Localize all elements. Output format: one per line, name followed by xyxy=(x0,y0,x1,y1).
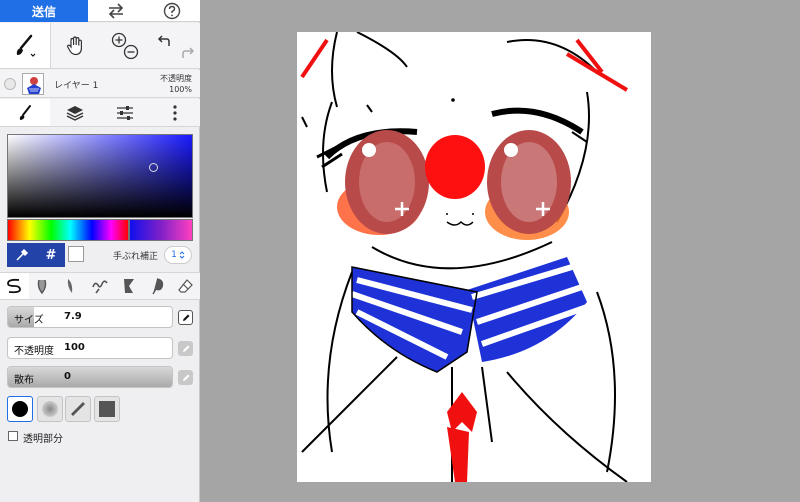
current-color-swatch[interactable] xyxy=(68,246,84,262)
more-vertical-icon xyxy=(173,104,177,121)
feather-brush-icon xyxy=(68,279,73,293)
color-tools-row: # 手ぶれ補正 1 xyxy=(0,243,200,269)
opacity-slider[interactable]: 不透明度 100 xyxy=(7,337,173,359)
blur-brush-icon xyxy=(92,280,108,294)
layers-icon xyxy=(66,105,84,121)
tab-more[interactable] xyxy=(150,99,200,126)
scatter-edit-button[interactable] xyxy=(178,370,193,385)
help-icon xyxy=(163,2,181,19)
brush-type-eraser[interactable] xyxy=(171,273,200,299)
color-strip[interactable] xyxy=(129,219,193,241)
undo-redo-button[interactable] xyxy=(150,23,200,68)
layer-name: レイヤー 1 xyxy=(54,81,99,91)
transparent-label: 透明部分 xyxy=(23,434,63,445)
opacity-edit-button[interactable] xyxy=(178,341,193,356)
size-slider[interactable]: サイズ 7.9 xyxy=(7,306,173,328)
send-button[interactable]: 送信 xyxy=(0,0,88,22)
brush-icon xyxy=(19,104,31,120)
brush-type-airbrush[interactable] xyxy=(57,273,86,299)
scatter-slider[interactable]: 散布 0 xyxy=(7,366,173,388)
redo-icon[interactable] xyxy=(180,45,196,61)
hand-tool-button[interactable] xyxy=(51,23,101,68)
pen-stroke-icon xyxy=(7,278,22,294)
undo-icon[interactable] xyxy=(156,33,172,49)
layer-opacity-value: 100% xyxy=(169,85,192,94)
tab-adjustments[interactable] xyxy=(100,99,150,126)
pencil-icon xyxy=(182,345,189,352)
canvas-stage[interactable] xyxy=(201,0,800,502)
shape-round-hard[interactable] xyxy=(7,396,33,422)
stepper-arrows-icon xyxy=(179,251,185,259)
smudge-brush-icon xyxy=(123,279,134,293)
soft-round-icon xyxy=(42,401,58,417)
zoom-icon xyxy=(112,32,139,59)
brush-type-row xyxy=(0,272,200,300)
saturation-value-picker[interactable] xyxy=(7,134,193,218)
brush-type-watercolor[interactable] xyxy=(143,273,172,299)
tool-row xyxy=(0,23,200,69)
panel-tabs xyxy=(0,99,200,127)
color-cursor[interactable] xyxy=(149,163,158,172)
scatter-label: 散布 xyxy=(14,375,34,386)
opacity-slider-label: 不透明度 xyxy=(14,346,54,357)
swap-arrows-icon xyxy=(108,2,124,19)
layer-thumbnail xyxy=(22,73,44,95)
tab-layers[interactable] xyxy=(50,99,100,126)
top-bar: 送信 xyxy=(0,0,200,22)
watercolor-brush-icon xyxy=(152,278,164,295)
hue-slider[interactable] xyxy=(7,219,129,241)
opacity-slider-value: 100 xyxy=(64,342,85,353)
size-label: サイズ xyxy=(14,315,44,326)
eraser-icon xyxy=(177,279,193,293)
brush-type-blur[interactable] xyxy=(86,273,115,299)
layer-visibility-checkbox[interactable] xyxy=(4,78,16,90)
chisel-icon xyxy=(71,402,85,416)
sliders-icon xyxy=(117,105,133,120)
help-button[interactable] xyxy=(144,0,200,21)
swap-button[interactable] xyxy=(88,0,144,21)
pencil-brush-icon xyxy=(37,279,47,295)
brush-type-pen[interactable] xyxy=(0,273,29,299)
brush-type-smudge[interactable] xyxy=(114,273,143,299)
pencil-icon xyxy=(182,374,189,381)
drawing-canvas[interactable] xyxy=(297,32,651,482)
stabilizer-select[interactable]: 1 xyxy=(164,246,192,264)
eyedropper-icon xyxy=(16,248,29,261)
hand-icon xyxy=(66,35,82,55)
scatter-value: 0 xyxy=(64,371,71,382)
layer-opacity-label: 不透明度 xyxy=(160,74,192,83)
shape-chisel[interactable] xyxy=(65,396,91,422)
brush-tool-button[interactable] xyxy=(0,23,51,68)
stabilizer-value: 1 xyxy=(171,250,177,260)
tool-panel: 送信 レイヤー 1 不透明度 100% # 手ぶれ補正 1 サイズ 7.9 不透… xyxy=(0,0,200,502)
pencil-icon xyxy=(182,314,189,321)
size-edit-button[interactable] xyxy=(178,310,193,325)
zoom-button[interactable] xyxy=(101,23,151,68)
layer-row[interactable]: レイヤー 1 不透明度 100% xyxy=(0,70,200,98)
square-icon xyxy=(99,401,115,417)
brush-shape-row xyxy=(0,396,200,424)
brush-type-pencil[interactable] xyxy=(29,273,58,299)
transparent-option[interactable]: 透明部分 xyxy=(0,429,200,445)
stabilizer-label: 手ぶれ補正 xyxy=(113,252,159,262)
eyedropper-button[interactable] xyxy=(7,243,37,267)
transparent-checkbox[interactable] xyxy=(8,431,18,441)
brush-icon xyxy=(16,34,36,57)
size-value: 7.9 xyxy=(64,311,82,322)
shape-square[interactable] xyxy=(94,396,120,422)
tab-brush[interactable] xyxy=(0,99,50,126)
artwork xyxy=(300,32,629,482)
hex-input-button[interactable]: # xyxy=(37,243,65,267)
shape-round-soft[interactable] xyxy=(37,396,63,422)
hard-round-icon xyxy=(12,401,28,417)
